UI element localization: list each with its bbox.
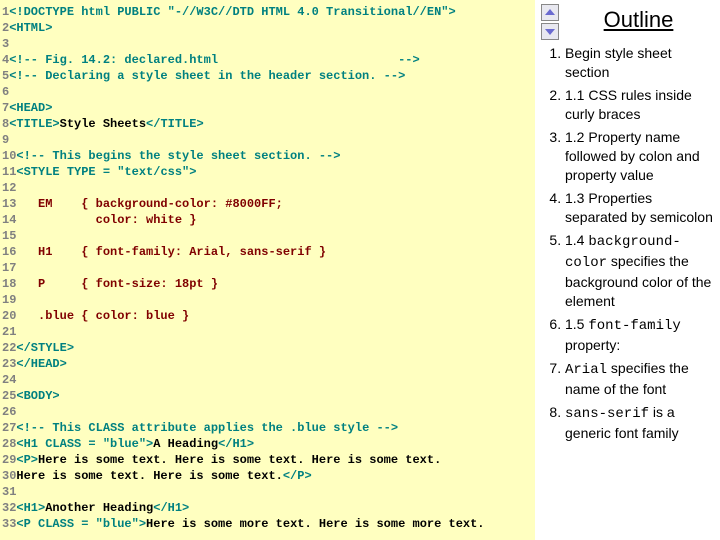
code-line: 24 (2, 372, 533, 388)
code-line: 6 (2, 84, 533, 100)
scroll-down-icon[interactable] (541, 23, 559, 40)
code-line: 8<TITLE>Style Sheets</TITLE> (2, 116, 533, 132)
outline-item: 1.3 Properties separated by semicolon (565, 189, 714, 227)
code-line: 28<H1 CLASS = "blue">A Heading</H1> (2, 436, 533, 452)
code-line: 9 (2, 132, 533, 148)
code-panel: 1<!DOCTYPE html PUBLIC "-//W3C//DTD HTML… (0, 0, 535, 540)
scroll-up-icon[interactable] (541, 4, 559, 21)
slide-root: 1<!DOCTYPE html PUBLIC "-//W3C//DTD HTML… (0, 0, 720, 540)
code-line: 25<BODY> (2, 388, 533, 404)
outline-item: sans-serif is a generic font family (565, 403, 714, 443)
code-line: 3 (2, 36, 533, 52)
code-line: 4<!-- Fig. 14.2: declared.html --> (2, 52, 533, 68)
outline-item: 1.1 CSS rules inside curly braces (565, 86, 714, 124)
code-line: 27<!-- This CLASS attribute applies the … (2, 420, 533, 436)
outline-item: Arial specifies the name of the font (565, 359, 714, 399)
code-line: 20 .blue { color: blue } (2, 308, 533, 324)
code-line: 32<H1>Another Heading</H1> (2, 500, 533, 516)
code-line: 15 (2, 228, 533, 244)
outline-item: Begin style sheet section (565, 44, 714, 82)
code-line: 17 (2, 260, 533, 276)
code-line: 29<P>Here is some text. Here is some tex… (2, 452, 533, 468)
outline-item: 1.5 font-family property: (565, 315, 714, 355)
code-line: 14 color: white } (2, 212, 533, 228)
code-line: 7<HEAD> (2, 100, 533, 116)
outline-item: 1.4 background-color specifies the backg… (565, 231, 714, 311)
code-line: 11<STYLE TYPE = "text/css"> (2, 164, 533, 180)
outline-scroll-controls (541, 4, 559, 42)
code-line: 30Here is some text. Here is some text.<… (2, 468, 533, 484)
outline-panel: Outline Begin style sheet section 1.1 CSS… (535, 0, 720, 540)
code-line: 1<!DOCTYPE html PUBLIC "-//W3C//DTD HTML… (2, 4, 533, 20)
code-line: 31 (2, 484, 533, 500)
code-line: 5<!-- Declaring a style sheet in the hea… (2, 68, 533, 84)
code-line: 18 P { font-size: 18pt } (2, 276, 533, 292)
code-line: 33<P CLASS = "blue">Here is some more te… (2, 516, 533, 532)
code-line: 26 (2, 404, 533, 420)
code-line: 22</STYLE> (2, 340, 533, 356)
outline-item: 1.2 Property name followed by colon and … (565, 128, 714, 185)
code-line: 16 H1 { font-family: Arial, sans-serif } (2, 244, 533, 260)
code-line: 19 (2, 292, 533, 308)
code-line: 13 EM { background-color: #8000FF; (2, 196, 533, 212)
outline-title: Outline (563, 6, 714, 34)
code-line: 2<HTML> (2, 20, 533, 36)
code-line: 12 (2, 180, 533, 196)
code-line: 10<!-- This begins the style sheet secti… (2, 148, 533, 164)
code-line: 23</HEAD> (2, 356, 533, 372)
outline-list: Begin style sheet section 1.1 CSS rules i… (541, 44, 714, 443)
code-line: 21 (2, 324, 533, 340)
